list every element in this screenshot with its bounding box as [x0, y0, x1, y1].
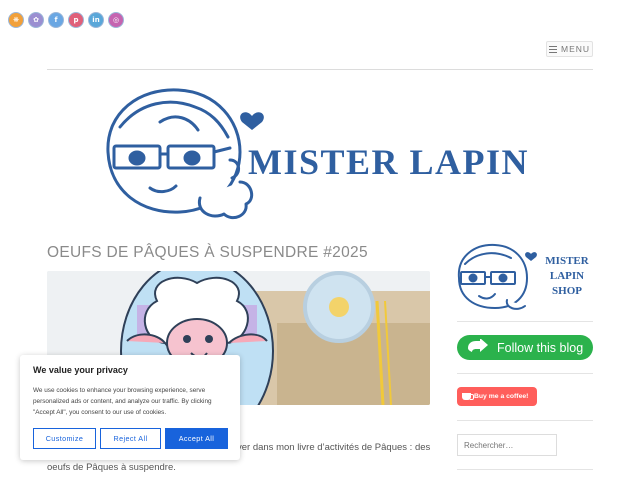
pinterest-icon[interactable]: p: [68, 12, 84, 28]
sidebar-divider: [457, 420, 593, 421]
sidebar-divider: [457, 321, 593, 322]
hamburger-icon: [548, 45, 557, 53]
menu-label: MENU: [560, 44, 591, 54]
coffee-label: Buy me a coffee!: [474, 393, 529, 400]
reject-all-button[interactable]: Reject All: [100, 428, 161, 449]
sidebar-divider: [457, 469, 593, 470]
shop-line-3: SHOP: [552, 285, 582, 297]
social-links: ❋ ✿ f p in ◎: [8, 12, 124, 28]
instagram-icon[interactable]: ◎: [108, 12, 124, 28]
customize-button[interactable]: Customize: [33, 428, 96, 449]
cookie-buttons: Customize Reject All Accept All: [33, 428, 228, 449]
coffee-cup-icon: [462, 393, 474, 400]
search-input[interactable]: [457, 434, 557, 456]
header-divider: [47, 69, 593, 70]
cookie-title: We value your privacy: [33, 365, 128, 375]
shop-line-2: LAPIN: [550, 270, 584, 282]
post-title[interactable]: OEUFS DE PÂQUES À SUSPENDRE #2025: [47, 244, 437, 262]
cookie-text: We use cookies to enhance your browsing …: [33, 387, 212, 416]
site-logo[interactable]: MISTER LAPIN: [100, 82, 550, 232]
logo-title: MISTER LAPIN: [248, 142, 529, 182]
buy-coffee-button[interactable]: Buy me a coffee!: [457, 387, 537, 406]
shop-logo[interactable]: MISTER LAPIN SHOP: [455, 242, 595, 310]
excerpt-line-2: oeufs de Pâques à suspendre.: [47, 462, 176, 473]
follow-label: Follow this blog: [497, 340, 584, 355]
rss-icon[interactable]: ❋: [8, 12, 24, 28]
pinterest-alt-icon[interactable]: ✿: [28, 12, 44, 28]
accept-all-button[interactable]: Accept All: [165, 428, 228, 449]
follow-arrow-icon: [468, 338, 488, 352]
shop-line-1: MISTER: [545, 255, 589, 267]
facebook-icon[interactable]: f: [48, 12, 64, 28]
sidebar-divider: [457, 373, 593, 374]
linkedin-icon[interactable]: in: [88, 12, 104, 28]
follow-blog-button[interactable]: Follow this blog: [457, 335, 593, 360]
menu-button[interactable]: MENU: [546, 41, 593, 57]
cookie-consent-banner: We value your privacy We use cookies to …: [20, 355, 240, 460]
